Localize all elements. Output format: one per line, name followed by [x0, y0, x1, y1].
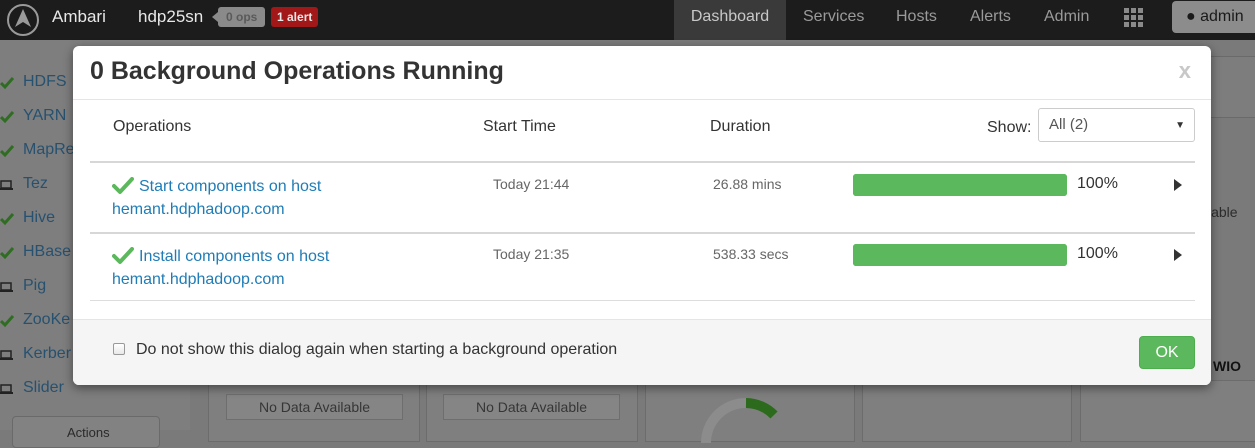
ambari-logo-icon[interactable]	[6, 3, 40, 37]
column-header-duration: Duration	[710, 118, 771, 135]
operation-progress-bar	[853, 244, 1067, 266]
sidebar-item-label: YARN	[23, 107, 67, 124]
gauge-icon	[701, 398, 778, 443]
expand-arrow-icon[interactable]	[1174, 249, 1182, 261]
operation-start-time: Today 21:44	[493, 176, 570, 192]
caret-down-icon: ▼	[1175, 120, 1185, 131]
user-name: admin	[1200, 8, 1244, 25]
modal-footer: Do not show this dialog again when start…	[73, 319, 1211, 385]
nav-tab-services[interactable]: Services	[803, 0, 864, 40]
dashboard-widget	[862, 380, 1072, 442]
dashboard-widget	[645, 380, 855, 443]
expand-arrow-icon[interactable]	[1174, 179, 1182, 191]
sidebar-item-label: HDFS	[23, 73, 67, 90]
laptop-icon	[0, 384, 13, 394]
dont-show-again-checkbox[interactable]	[113, 343, 125, 355]
sidebar-item-label: Hive	[23, 209, 56, 226]
operation-link[interactable]: Start components on host hemant.hdphadoo…	[112, 175, 442, 221]
nav-tab-dashboard[interactable]: Dashboard	[674, 0, 786, 40]
sidebar-item-label: Pig	[23, 277, 47, 294]
operation-start-time: Today 21:35	[493, 246, 570, 262]
operation-progress-bar	[853, 174, 1067, 196]
no-data-label: No Data Available	[443, 394, 620, 420]
laptop-icon	[0, 350, 13, 360]
laptop-icon	[0, 180, 13, 190]
operation-progress-label: 100%	[1077, 245, 1118, 262]
top-navbar: Ambari hdp25sn 0 ops 1 alert Dashboard S…	[0, 0, 1255, 40]
no-data-label: No Data Available	[226, 394, 403, 420]
alert-badge[interactable]: 1 alert	[271, 7, 319, 27]
actions-button[interactable]: Actions	[12, 416, 160, 448]
check-icon	[0, 77, 14, 90]
laptop-icon	[0, 282, 13, 292]
operation-duration: 26.88 mins	[713, 176, 782, 192]
nav-tab-admin[interactable]: Admin	[1044, 0, 1089, 40]
table-row: Install components on host hemant.hdphad…	[90, 233, 1195, 301]
modal-header: 0 Background Operations Running x	[73, 46, 1211, 100]
sidebar-item-label: Slider	[23, 379, 64, 396]
sidebar-item-label: Kerber	[23, 345, 72, 362]
brand-name[interactable]: Ambari	[52, 7, 106, 27]
actions-label: Actions	[67, 425, 110, 440]
progress-fill	[853, 244, 1067, 266]
ops-badge[interactable]: 0 ops	[211, 7, 266, 27]
nav-tab-alerts[interactable]: Alerts	[970, 0, 1011, 40]
background-operations-modal: 0 Background Operations Running x Operat…	[73, 46, 1211, 385]
show-filter-select[interactable]: All (2) ▼	[1038, 108, 1195, 142]
show-filter-value: All (2)	[1049, 116, 1089, 133]
nav-tab-hosts[interactable]: Hosts	[896, 0, 937, 40]
sidebar-item-label: ZooKe	[23, 311, 71, 328]
sidebar-item-label: Tez	[23, 175, 48, 192]
column-header-start-time: Start Time	[483, 118, 556, 135]
user-menu-button[interactable]: ● admin	[1172, 1, 1255, 33]
progress-fill	[853, 174, 1067, 196]
table-bottom-divider	[90, 300, 1195, 301]
operation-progress-label: 100%	[1077, 175, 1118, 192]
check-icon	[0, 247, 14, 260]
check-icon	[0, 111, 14, 124]
modal-title: 0 Background Operations Running	[90, 57, 504, 85]
table-row: Start components on host hemant.hdphadoo…	[90, 163, 1195, 231]
dashboard-widget	[1080, 380, 1255, 442]
show-filter-label: Show:	[987, 119, 1032, 136]
check-icon	[0, 315, 14, 328]
widget-edge-label: lable	[1208, 204, 1238, 220]
close-icon[interactable]: x	[1179, 58, 1191, 84]
check-icon	[0, 145, 14, 158]
apps-grid-icon[interactable]	[1124, 8, 1144, 28]
check-icon	[0, 213, 14, 226]
sidebar-item-label: MapRe	[23, 141, 75, 158]
sidebar-item-label: HBase	[23, 243, 72, 260]
column-header-operations: Operations	[113, 118, 192, 135]
user-icon: ●	[1186, 8, 1196, 25]
dont-show-again-label[interactable]: Do not show this dialog again when start…	[136, 341, 617, 359]
cluster-name: hdp25sn	[138, 7, 204, 26]
operation-duration: 538.33 secs	[713, 246, 789, 262]
ok-button[interactable]: OK	[1139, 336, 1195, 369]
operation-link[interactable]: Install components on host hemant.hdphad…	[112, 245, 442, 291]
widget-title-wio: WIO	[1213, 358, 1241, 374]
